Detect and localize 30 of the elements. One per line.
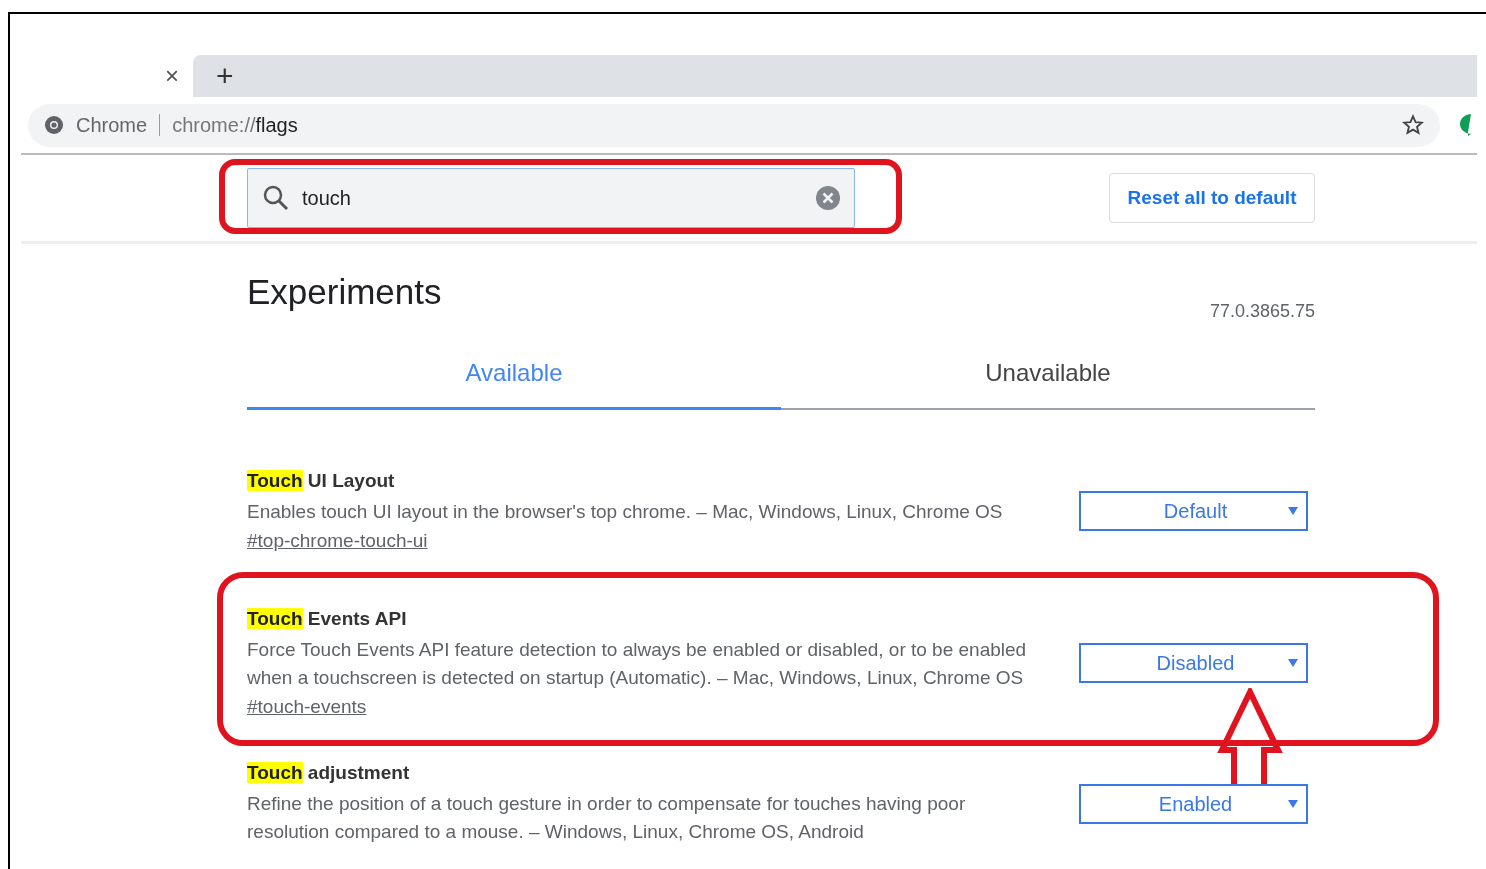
address-bar[interactable]: Chrome chrome://flags [28,103,1440,147]
flag-link[interactable]: #top-chrome-touch-ui [247,530,428,552]
search-field[interactable]: touch [247,168,855,228]
star-icon[interactable] [1402,114,1424,136]
caret-icon [1288,507,1298,515]
flag-dropdown[interactable]: Default [1079,491,1308,531]
url-text: chrome://flags [172,113,298,137]
tab[interactable]: Unavailable [781,358,1315,410]
caret-icon [1288,659,1298,667]
flag-dropdown[interactable]: Disabled [1079,643,1308,683]
new-tab-button[interactable]: + [216,61,234,91]
flag-description: Enables touch UI layout in the browser's top chrome. – Mac, Windows, Linux, Chrome OS [247,500,1004,524]
version-label: 77.0.3865.75 [1209,301,1315,322]
flag-title: Touch adjustment [247,762,411,784]
flag-title: Touch Events API [247,608,408,630]
flag-link[interactable]: #touch-events [247,696,367,718]
flag-description: Refine the position of a touch gesture in order to compensate for touches having poor resolution compared to a mouse. – Windows, Linux, Chrome OS, Android [247,792,967,844]
site-label: Chrome [76,113,148,137]
clear-icon[interactable] [815,185,841,211]
flag-dropdown[interactable]: Enabled [1079,784,1308,824]
caret-icon [1288,800,1298,808]
flag-title: Touch UI Layout [247,470,396,492]
reset-button[interactable]: Reset all to default [1109,173,1315,223]
profile-icon[interactable] [1460,114,1474,136]
close-tab-button[interactable]: × [165,64,179,88]
tab[interactable]: Available [247,358,781,410]
page-title: Experiments [247,272,442,312]
search-icon [263,185,289,211]
chrome-logo-icon [44,115,64,135]
flag-description: Force Touch Events API feature detection to always be enabled or disabled, or to be enabled when a touchscreen is detected on startup (Automatic). – Mac, Windows, Linux, Chrome OS [247,638,1028,690]
